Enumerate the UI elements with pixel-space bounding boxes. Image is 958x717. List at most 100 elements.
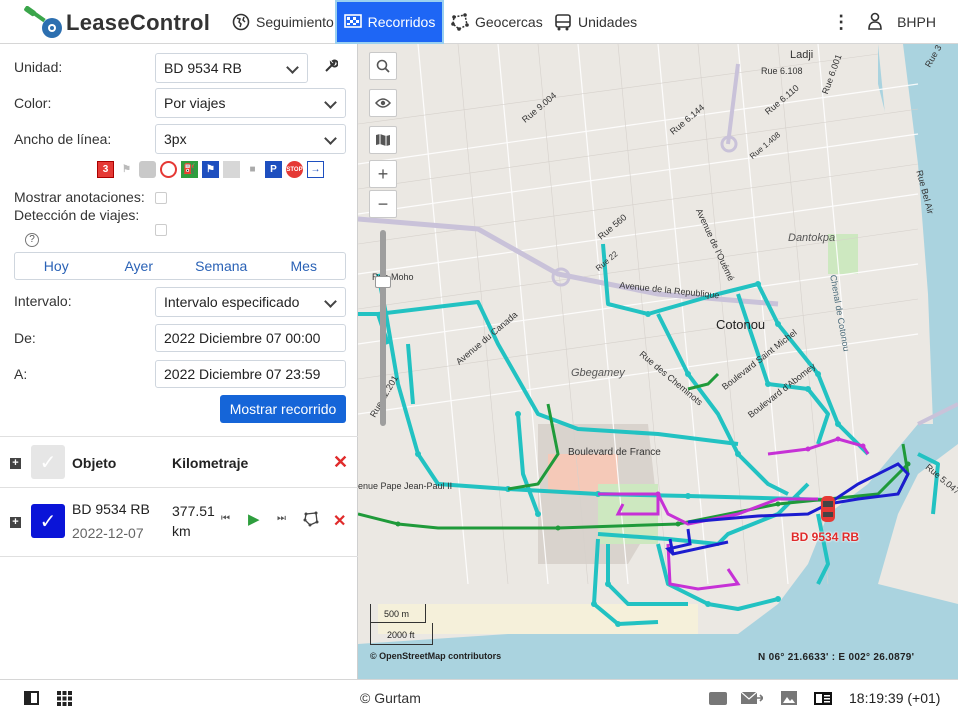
cursor-coordinates: N 06° 21.6633' : E 002° 26.0879' <box>758 652 915 663</box>
interval-label: Intervalo: <box>14 293 72 309</box>
map-label-ladji: Ladji <box>790 49 814 61</box>
objects-table-header: + ✓ Objeto Kilometraje ✕ <box>0 436 358 488</box>
line-width-select[interactable]: 3px <box>155 124 346 154</box>
zoom-slider-track[interactable] <box>380 230 386 426</box>
map-visibility-button[interactable] <box>369 89 397 117</box>
app-logo[interactable]: LeaseControl <box>22 5 210 40</box>
period-week[interactable]: Semana <box>180 253 263 279</box>
skip-forward-icon[interactable]: ⏭ <box>277 513 286 524</box>
period-selector: Hoy Ayer Semana Mes <box>14 252 346 280</box>
map-view[interactable]: Ladji Cotonou Dantokpa Gbegamey Chenal d… <box>358 44 958 679</box>
more-menu-icon[interactable]: ⋮ <box>831 12 851 33</box>
table-row: + ✓ BD 9534 RB 2022-12-07 377.51 km ⏮ ▶ … <box>0 489 358 557</box>
map-label-gbegamey: Gbegamey <box>571 367 625 379</box>
geofence-icon <box>451 13 469 31</box>
column-mileage: Kilometraje <box>172 455 249 471</box>
chevron-down-icon <box>324 132 337 145</box>
unit-select[interactable]: BD 9534 RB <box>155 53 308 83</box>
interval-select[interactable]: Intervalo especificado <box>155 287 346 317</box>
arrow-icon[interactable]: → <box>307 161 324 178</box>
routes-panel: Unidad: BD 9534 RB Color: Por viajes Anc… <box>0 44 358 679</box>
chevron-down-icon <box>324 295 337 308</box>
column-object: Objeto <box>72 455 117 471</box>
vehicle-label[interactable]: BD 9534 RB <box>791 530 859 544</box>
wrench-icon[interactable] <box>324 59 339 76</box>
map-search-button[interactable] <box>369 52 397 80</box>
toggle-panel-icon[interactable] <box>24 691 39 705</box>
trip-detection-checkbox[interactable] <box>155 224 167 236</box>
map-icon <box>376 134 390 146</box>
messages-icon[interactable] <box>740 691 765 708</box>
tab-tracking-label: Seguimiento <box>256 14 334 30</box>
period-today[interactable]: Hoy <box>15 253 98 279</box>
stop-icon[interactable]: STOP <box>286 161 303 178</box>
chevron-down-icon <box>324 96 337 109</box>
vehicle-marker[interactable] <box>821 496 835 522</box>
parking-icon[interactable]: P <box>265 161 282 178</box>
notifications-icon[interactable] <box>709 692 727 705</box>
tab-units[interactable]: Unidades <box>550 0 641 44</box>
unit-label: Unidad: <box>14 59 63 75</box>
image-icon[interactable] <box>223 161 240 178</box>
plus-icon: + <box>377 163 389 184</box>
remove-row-icon[interactable]: ✕ <box>333 511 346 531</box>
row-checkbox[interactable]: ✓ <box>31 504 65 538</box>
color-label: Color: <box>14 95 52 111</box>
speed-icon[interactable] <box>160 161 177 178</box>
route-flag-icon <box>343 14 362 28</box>
clear-all-icon[interactable]: ✕ <box>333 452 348 473</box>
copyright[interactable]: © Gurtam <box>360 690 421 706</box>
marker-count-icon[interactable]: 3 <box>97 161 114 178</box>
zoom-slider-handle[interactable] <box>375 276 391 288</box>
user-icon[interactable] <box>867 12 883 33</box>
flag-icon[interactable]: ⚑ <box>202 161 219 178</box>
map-label-rue-6108: Rue 6.108 <box>761 66 803 76</box>
map-label-bd-france: Boulevard de France <box>568 447 661 458</box>
zoom-out-button[interactable]: − <box>369 190 397 218</box>
map-attribution[interactable]: © OpenStreetMap contributors <box>370 651 501 661</box>
geofence-from-route-icon[interactable] <box>303 511 319 530</box>
skip-back-icon[interactable]: ⏮ <box>221 513 230 524</box>
top-right-tools: ⋮ BHPH <box>831 0 958 44</box>
expand-all-icon[interactable]: + <box>10 458 21 469</box>
apps-grid-icon[interactable] <box>57 691 72 709</box>
unit-select-value: BD 9534 RB <box>164 60 242 76</box>
play-icon[interactable]: ▶ <box>248 510 260 528</box>
tab-geofences[interactable]: Geocercas <box>447 0 547 44</box>
bag-icon[interactable] <box>139 161 156 178</box>
show-annotations-label: Mostrar anotaciones: <box>14 189 145 205</box>
color-select-value: Por viajes <box>164 95 226 111</box>
color-select[interactable]: Por viajes <box>155 88 346 118</box>
fuel-icon[interactable]: ⛽ <box>181 161 198 178</box>
chevron-down-icon <box>286 61 299 74</box>
map-label-dantokpa: Dantokpa <box>788 232 836 244</box>
tab-routes[interactable]: Recorridos <box>335 0 444 44</box>
tab-tracking[interactable]: Seguimiento <box>228 0 338 44</box>
gallery-icon[interactable] <box>781 691 797 708</box>
top-bar: LeaseControl Seguimiento Recorridos Geoc… <box>0 0 958 44</box>
row-date: 2022-12-07 <box>72 525 144 541</box>
from-input[interactable]: 2022 Diciembre 07 00:00 <box>155 324 346 352</box>
user-name[interactable]: BHPH <box>897 14 936 30</box>
tab-routes-label: Recorridos <box>367 14 436 30</box>
show-annotations-checkbox[interactable] <box>155 192 167 204</box>
row-unit-name: BD 9534 RB <box>72 501 150 517</box>
zoom-in-button[interactable]: + <box>369 160 397 188</box>
line-width-label: Ancho de línea: <box>14 131 112 147</box>
eye-icon <box>375 98 391 108</box>
period-month[interactable]: Mes <box>263 253 346 279</box>
select-all-checkbox[interactable]: ✓ <box>31 445 65 479</box>
map-layers-button[interactable] <box>369 126 397 154</box>
to-input[interactable]: 2022 Diciembre 07 23:59 <box>155 360 346 388</box>
show-route-button[interactable]: Mostrar recorrido <box>220 395 346 423</box>
period-yesterday[interactable]: Ayer <box>98 253 181 279</box>
expand-row-icon[interactable]: + <box>10 517 21 528</box>
card-reader-icon[interactable] <box>814 692 832 708</box>
status-bar: © Gurtam 18:19:39 (+01) <box>0 679 958 717</box>
line-width-value: 3px <box>164 131 187 147</box>
help-icon[interactable]: ? <box>25 233 39 247</box>
tab-geofences-label: Geocercas <box>475 14 543 30</box>
video-icon[interactable]: ■ <box>244 161 261 178</box>
search-icon <box>376 59 390 73</box>
flags-icon[interactable]: ⚑ <box>118 161 135 178</box>
